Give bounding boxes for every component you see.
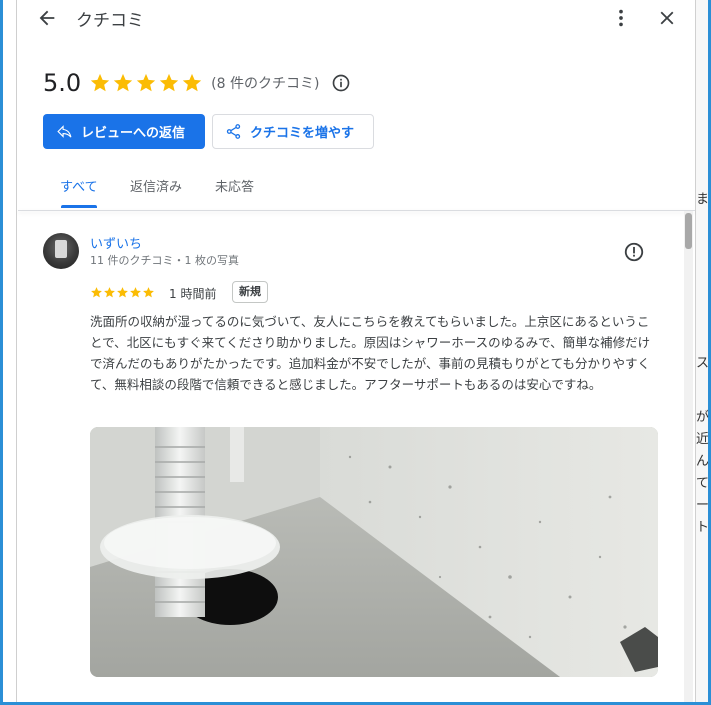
dialog-frame: ま ス が 近 ん て ー ト クチコミ 5.0 (8 件のクチコミ) レビュー… — [3, 0, 708, 702]
reviews-panel: クチコミ 5.0 (8 件のクチコミ) レビューへの返信 クチコミを増やす すべ… — [18, 0, 695, 702]
star-icon — [114, 73, 133, 92]
star-icon — [160, 73, 179, 92]
background-text: 近 — [696, 432, 708, 447]
rating-summary: 5.0 (8 件のクチコミ) — [43, 66, 351, 100]
reply-icon — [57, 125, 72, 138]
background-text: ま — [696, 192, 708, 207]
star-icon — [143, 287, 154, 298]
page-title: クチコミ — [76, 11, 144, 31]
star-icon — [91, 73, 110, 92]
info-icon[interactable] — [331, 73, 351, 93]
review-photo[interactable] — [90, 427, 658, 677]
status-badge: 新規 — [232, 281, 268, 303]
background-text: て — [696, 476, 708, 491]
tab-unanswered[interactable]: 未応答 — [215, 176, 254, 195]
background-text: が — [696, 410, 708, 425]
share-icon — [226, 124, 241, 139]
star-icon — [137, 73, 156, 92]
more-vert-icon[interactable] — [610, 7, 632, 29]
tab-all[interactable]: すべて — [60, 176, 98, 195]
star-icon — [104, 287, 115, 298]
star-icon — [117, 287, 128, 298]
scrollbar[interactable] — [684, 211, 693, 702]
left-background-strip — [3, 0, 17, 702]
active-tab-indicator — [61, 205, 97, 208]
reply-to-review-button[interactable]: レビューへの返信 — [43, 114, 205, 149]
average-rating: 5.0 — [43, 69, 82, 97]
reply-button-label: レビューへの返信 — [81, 126, 186, 141]
review-stars — [90, 286, 155, 299]
star-icon — [130, 287, 141, 298]
star-icon — [183, 73, 202, 92]
photo-illustration — [90, 427, 658, 677]
scrollbar-thumb[interactable] — [685, 213, 692, 249]
review-time: 1 時間前 — [169, 287, 217, 301]
background-text: ト — [696, 520, 708, 535]
top-bar: クチコミ — [18, 0, 695, 36]
header-divider — [18, 210, 695, 211]
reviewer-meta: 11 件のクチコミ・1 枚の写真 — [90, 254, 239, 267]
back-arrow-icon[interactable] — [36, 7, 58, 29]
rating-stars — [89, 72, 203, 94]
reviewer-name[interactable]: いずいち — [90, 233, 142, 252]
review-filter-tabs: すべて 返信済み 未応答 — [43, 168, 683, 210]
review-count: (8 件のクチコミ) — [211, 76, 320, 92]
background-text: ん — [696, 454, 708, 469]
tab-replied[interactable]: 返信済み — [130, 176, 182, 195]
get-more-reviews-button[interactable]: クチコミを増やす — [212, 114, 374, 149]
review-text: 洗面所の収納が湿ってるのに気づいて、友人にこちらを教えてもらいました。上京区にあ… — [90, 314, 651, 392]
close-icon[interactable] — [656, 7, 678, 29]
background-text: ス — [696, 356, 708, 371]
share-button-label: クチコミを増やす — [250, 126, 355, 141]
avatar[interactable] — [43, 233, 79, 269]
star-icon — [91, 287, 102, 298]
background-text: ー — [696, 498, 708, 513]
report-flag-icon[interactable] — [623, 241, 645, 263]
right-background-strip: ま ス が 近 ん て ー ト — [695, 0, 708, 702]
